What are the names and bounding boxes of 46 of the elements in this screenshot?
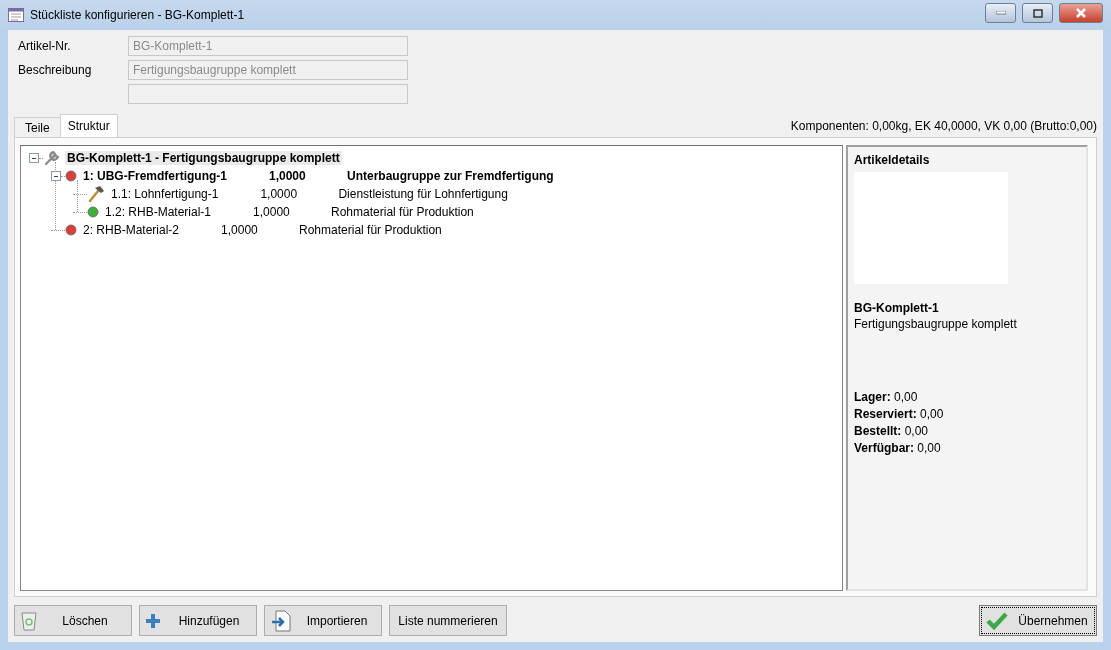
quantity-text: 1,0000 — [269, 169, 307, 183]
action-button[interactable]: Importieren — [264, 605, 382, 636]
article-name: BG-Komplett-1 — [854, 301, 940, 315]
wrench-icon — [43, 149, 61, 167]
minimize-icon — [995, 11, 1006, 15]
trash-icon — [21, 610, 37, 631]
maximize-button[interactable] — [1022, 3, 1053, 23]
stock-line: Lager: 0,00 — [854, 389, 919, 406]
tab[interactable]: Struktur — [59, 114, 118, 137]
field-label: Beschreibung — [17, 63, 93, 77]
hammer-icon — [87, 185, 105, 203]
description-text: Dienstleistung für Lohnfertigung — [338, 187, 508, 201]
close-icon — [1075, 8, 1087, 18]
collapse-toggle[interactable] — [29, 153, 39, 163]
maximize-icon — [1032, 8, 1043, 18]
stock-line: Reserviert: 0,00 — [854, 406, 945, 423]
tree-item-label[interactable]: 1.1: Lohnfertigung-1 — [109, 187, 221, 201]
collapse-toggle[interactable] — [51, 171, 61, 181]
description-text: Rohmaterial für Produktion — [331, 205, 474, 219]
tree-item-label[interactable]: 1.2: RHB-Material-1 — [103, 205, 214, 219]
window-icon — [8, 8, 24, 22]
description-text: Rohmaterial für Produktion — [299, 223, 442, 237]
tree-item-label[interactable]: 2: RHB-Material-2 — [81, 223, 182, 237]
tree-item-label[interactable]: 1: UBG-Fremdfertigung-1 — [81, 169, 229, 183]
quantity-text: 1,0000 — [221, 223, 259, 237]
details-title: Artikeldetails — [854, 153, 931, 167]
description-text: Unterbaugruppe zur Fremdfertigung — [347, 169, 554, 183]
minimize-button[interactable] — [985, 3, 1016, 23]
components-summary: Komponenten: 0,00kg, EK 40,0000, VK 0,00 (Brutto:0,00) — [790, 119, 1097, 135]
tab[interactable]: Teile — [14, 117, 61, 137]
quantity-text: 1,0000 — [253, 205, 291, 219]
apply-button[interactable]: Übernehmen — [979, 605, 1097, 636]
action-button[interactable]: Hinzufügen — [139, 605, 257, 636]
field-label: Artikel-Nr. — [17, 39, 72, 53]
stock-line: Bestellt: 0,00 — [854, 423, 930, 440]
check-icon — [986, 611, 1008, 630]
import-icon — [271, 609, 291, 632]
action-button[interactable]: Löschen — [14, 605, 132, 636]
article-description: Fertigungsbaugruppe komplett — [854, 317, 1018, 331]
plus-icon — [146, 613, 160, 628]
action-button[interactable]: Liste nummerieren — [389, 605, 507, 636]
quantity-text: 1,0000 — [260, 187, 299, 201]
close-button[interactable] — [1059, 3, 1103, 23]
window-title: Stückliste konfigurieren - BG-Komplett-1 — [30, 8, 246, 22]
stock-line: Verfügbar: 0,00 — [854, 440, 942, 457]
tree-item-label[interactable]: BG-Komplett-1 - Fertigungsbaugruppe komplett — [65, 151, 342, 165]
